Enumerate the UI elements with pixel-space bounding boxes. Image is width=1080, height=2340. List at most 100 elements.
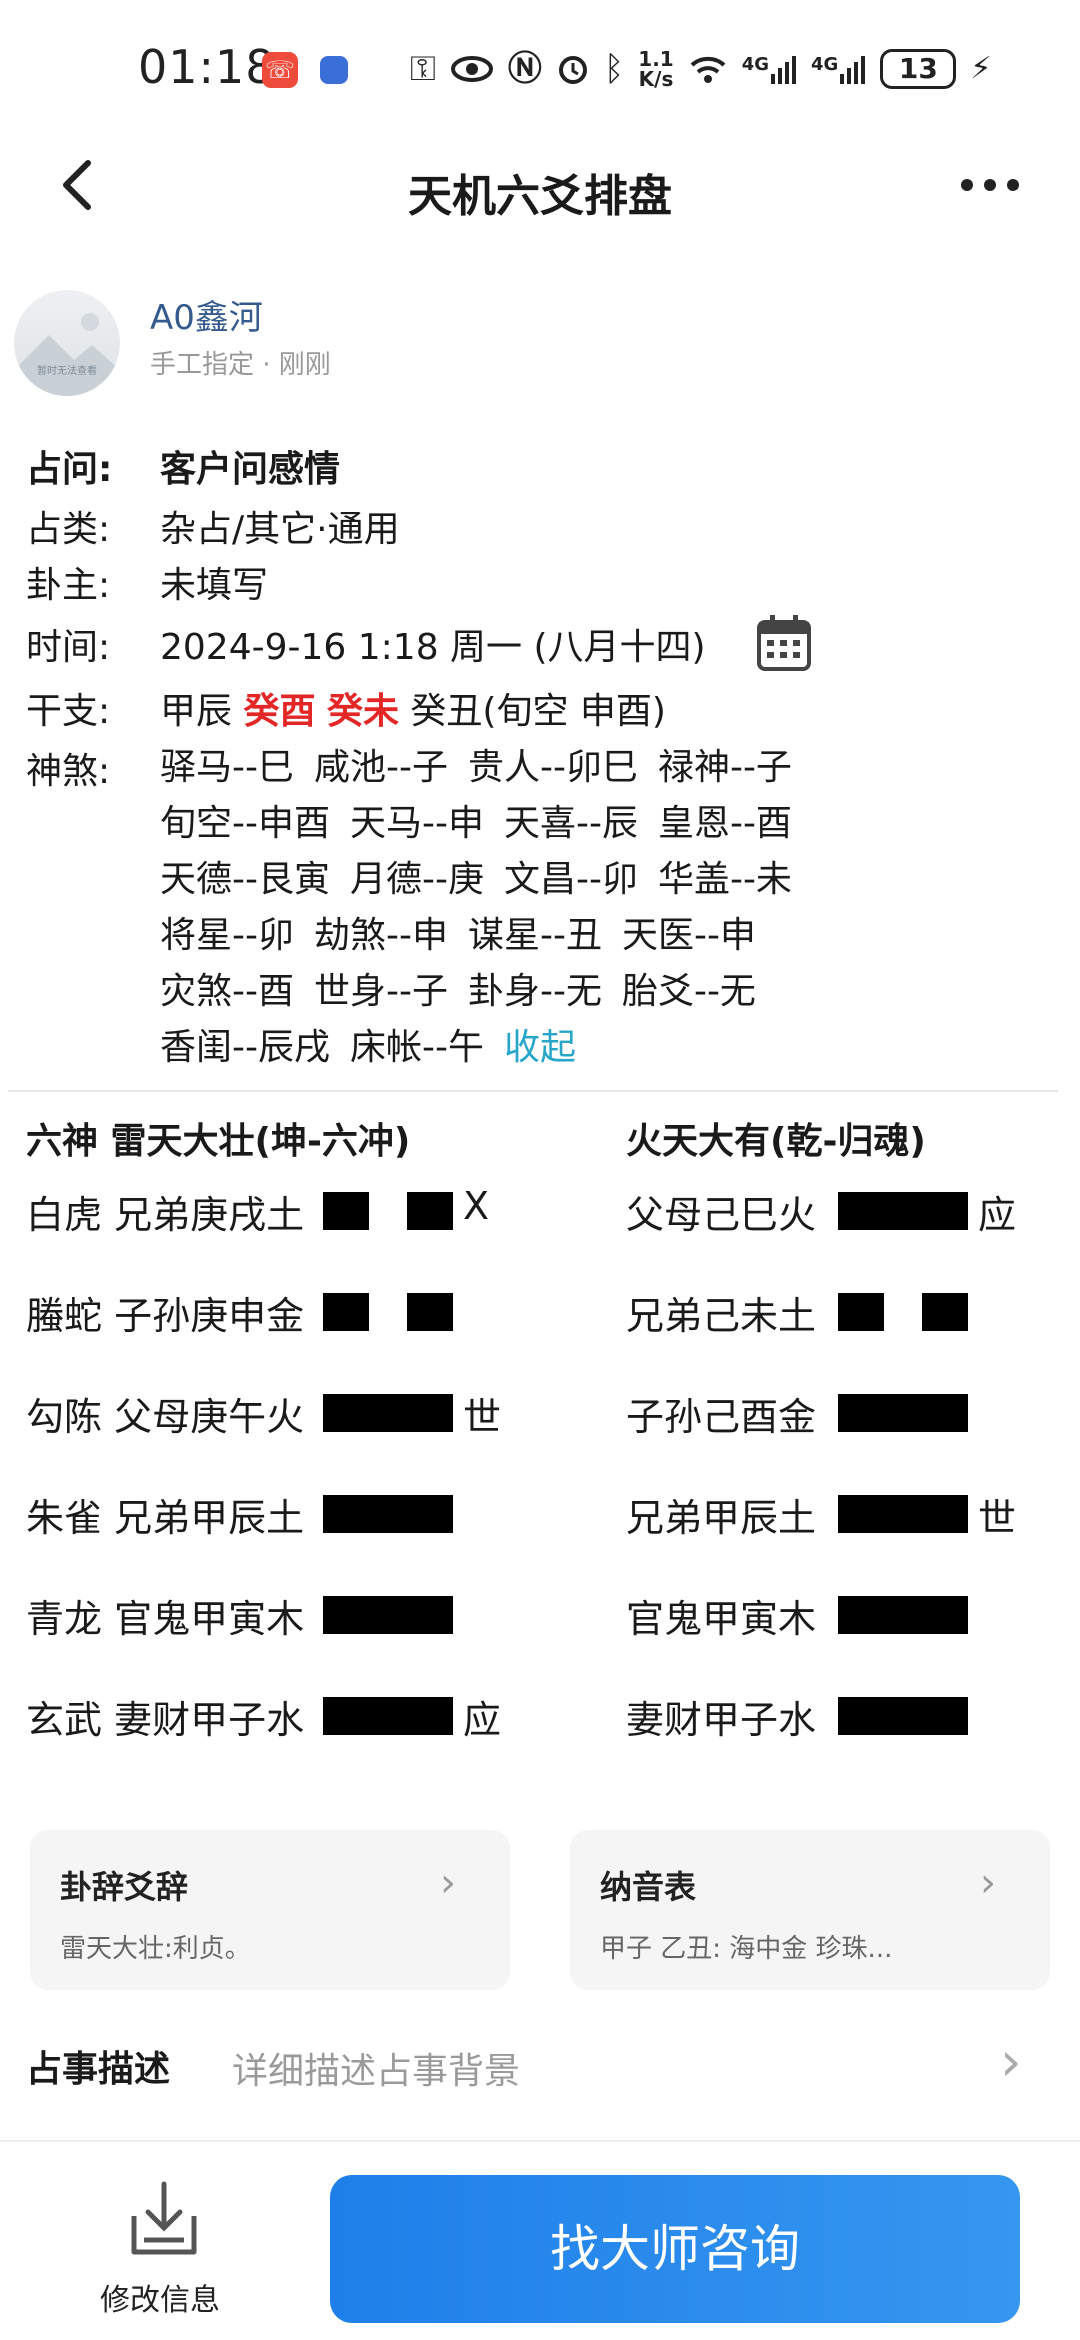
user-meta: 手工指定 · 刚刚 (150, 350, 331, 380)
yang-line-bar (838, 1697, 968, 1735)
shensha-label: 神煞: (26, 751, 111, 792)
right-line-text: 兄弟甲辰土 (626, 1496, 817, 1540)
ganzhi-year: 甲辰 (160, 691, 233, 732)
more-options-icon[interactable] (955, 160, 1025, 210)
ganzhi-day: 癸未 (326, 691, 399, 732)
shensha-item: 月德--庚 (349, 859, 484, 900)
shensha-item: 谋星--丑 (467, 915, 602, 956)
card-title: 卦辞爻辞 (60, 1868, 189, 1906)
ganzhi-label: 干支: (26, 691, 111, 732)
question-value: 客户问感情 (160, 449, 341, 490)
shensha-item: 旬空--申酉 (160, 803, 330, 844)
nayin-card[interactable]: 纳音表 甲子 乙丑: 海中金 珍珠... › (570, 1830, 1050, 1990)
ganzhi-value: 甲辰 癸酉 癸未 癸丑(旬空 申酉) (160, 682, 666, 734)
ganzhi-hour: 癸丑(旬空 申酉) (410, 691, 666, 732)
mountain-placeholder-icon (14, 313, 120, 396)
main-hexagram-title: 六神 雷天大壮(坤-六冲) (26, 1121, 411, 1162)
divider (0, 2140, 1080, 2142)
left-line-text: 朱雀 兄弟甲辰土 (26, 1496, 305, 1540)
shensha-row: 灾煞--酉 世身--子 卦身--无 胎爻--无 (160, 964, 812, 1020)
description-input[interactable]: 详细描述占事背景 (232, 2042, 520, 2094)
guaci-card[interactable]: 卦辞爻辞 雷天大壮:利贞。 › (30, 1830, 510, 1990)
right-line-text: 兄弟己未土 (626, 1294, 817, 1338)
battery-indicator: 13 (880, 49, 957, 89)
yang-line-bar (838, 1596, 968, 1634)
yin-line-bar (323, 1293, 369, 1331)
avatar[interactable]: 暂时无法查看 (14, 290, 120, 396)
shensha-item: 将星--卯 (160, 915, 294, 956)
yang-line-bar (323, 1596, 453, 1634)
owner-label: 卦主: (26, 565, 111, 606)
page-title: 天机六爻排盘 (408, 171, 672, 222)
shensha-item: 咸池--子 (313, 747, 448, 788)
shensha-item: 卦身--无 (467, 971, 602, 1012)
yin-line-bar (323, 1192, 369, 1230)
right-line-text: 子孙己酉金 (626, 1395, 817, 1439)
left-line-mark: X (463, 1184, 490, 1228)
signal-bars-icon-2 (840, 56, 866, 84)
left-line-text: 青龙 官鬼甲寅木 (26, 1597, 305, 1641)
notification-app-icon: ☏ (262, 52, 298, 88)
card-subtitle: 甲子 乙丑: 海中金 珍珠... (600, 1934, 893, 1964)
left-line-text: 白虎 兄弟庚戌土 (26, 1193, 305, 1237)
right-line-text: 妻财甲子水 (626, 1698, 817, 1742)
yang-line-bar (838, 1495, 968, 1533)
yang-line-bar (323, 1697, 453, 1735)
shensha-item: 贵人--卯巳 (467, 747, 638, 788)
key-icon: ⚿ (410, 49, 436, 89)
edit-download-icon[interactable] (128, 2180, 200, 2258)
left-line-text: 螣蛇 子孙庚申金 (26, 1294, 305, 1338)
shensha-item: 床帐--午 (349, 1027, 484, 1068)
notification-app-icon-2 (320, 56, 348, 84)
calendar-icon[interactable] (756, 614, 812, 672)
left-line-text: 勾陈 父母庚午火 (26, 1395, 305, 1439)
shensha-row: 将星--卯 劫煞--申 谋星--丑 天医--申 (160, 908, 812, 964)
type-value: 杂占/其它·通用 (160, 509, 400, 550)
shensha-item: 胎爻--无 (621, 971, 756, 1012)
user-name[interactable]: A0鑫河 (150, 290, 263, 339)
shensha-list: 驿马--巳 咸池--子 贵人--卯巳 禄神--子 旬空--申酉 天马--申 天喜--辰 皇恩-… (160, 740, 812, 1076)
shensha-row: 香闺--辰戌 床帐--午 收起 (160, 1020, 812, 1076)
shensha-item: 劫煞--申 (313, 915, 448, 956)
description-label: 占事描述 (26, 2049, 171, 2090)
shensha-item: 天喜--辰 (503, 803, 638, 844)
changed-hexagram-title: 火天大有(乾-归魂) (626, 1121, 926, 1162)
shensha-item: 灾煞--酉 (160, 971, 294, 1012)
signal-bars-icon (771, 56, 797, 84)
bluetooth-icon: ᛒ (603, 49, 625, 89)
right-line-mark: 应 (978, 1193, 1017, 1237)
question-label: 占问: (26, 449, 113, 490)
status-icons: ⚿ Ⓝ ᛒ 1.1 K/s 4G 4G 13 ⚡ (410, 44, 991, 94)
shensha-item: 香闺--辰戌 (160, 1027, 330, 1068)
collapse-link[interactable]: 收起 (504, 1027, 576, 1068)
yin-line-bar (407, 1293, 453, 1331)
shensha-item: 皇恩--酉 (657, 803, 792, 844)
consult-master-button[interactable]: 找大师咨询 (330, 2175, 1020, 2323)
shensha-item: 天德--艮寅 (160, 859, 330, 900)
chevron-right-icon: › (440, 1860, 456, 1906)
time-label: 时间: (26, 627, 111, 668)
ganzhi-month: 癸酉 (243, 691, 316, 732)
shensha-item: 天医--申 (621, 915, 756, 956)
divider (8, 1090, 1058, 1092)
shensha-row: 旬空--申酉 天马--申 天喜--辰 皇恩--酉 (160, 796, 812, 852)
right-line-text: 官鬼甲寅木 (626, 1597, 817, 1641)
signal-1: 4G (742, 54, 797, 84)
left-line-mark: 应 (463, 1698, 502, 1742)
yang-line-bar (323, 1495, 453, 1533)
yin-line-bar (838, 1293, 884, 1331)
edit-info-label[interactable]: 修改信息 (100, 2275, 220, 2319)
alarm-icon (558, 56, 587, 84)
shensha-row: 天德--艮寅 月德--庚 文昌--卯 华盖--未 (160, 852, 812, 908)
chevron-right-icon[interactable]: › (1000, 2030, 1022, 2093)
shensha-item: 世身--子 (313, 971, 448, 1012)
signal-2: 4G (811, 54, 866, 84)
chevron-right-icon: › (980, 1860, 996, 1906)
charging-icon: ⚡ (970, 51, 992, 86)
yin-line-bar (922, 1293, 968, 1331)
card-subtitle: 雷天大壮:利贞。 (60, 1934, 251, 1964)
shensha-item: 文昌--卯 (503, 859, 638, 900)
shensha-row: 驿马--巳 咸池--子 贵人--卯巳 禄神--子 (160, 740, 812, 796)
yin-line-bar (407, 1192, 453, 1230)
left-line-text: 玄武 妻财甲子水 (26, 1698, 305, 1742)
